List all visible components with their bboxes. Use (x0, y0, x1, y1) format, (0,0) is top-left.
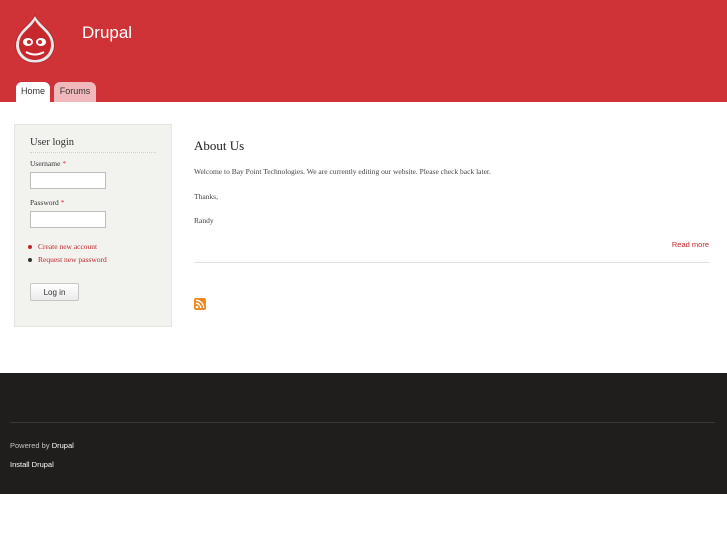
password-label: Password * (30, 198, 65, 207)
page-title[interactable]: About Us (194, 138, 244, 154)
divider (10, 422, 715, 423)
body-paragraph: Thanks, (194, 192, 218, 201)
bullet-icon (28, 245, 32, 249)
login-button[interactable]: Log in (30, 283, 79, 301)
user-login-block: User login Username * Password * Create ne… (14, 124, 172, 327)
site-header: Drupal Home Forums (0, 0, 727, 102)
divider (30, 152, 156, 153)
body-paragraph: Welcome to Bay Point Technologies. We ar… (194, 167, 491, 176)
username-field[interactable] (30, 172, 106, 189)
divider (194, 262, 710, 263)
read-more-link[interactable]: Read more (672, 240, 709, 249)
create-account-link[interactable]: Create new account (27, 241, 107, 254)
required-marker: * (62, 159, 67, 168)
bullet-icon (28, 258, 32, 262)
body-paragraph: Randy (194, 216, 214, 225)
rss-feed-icon[interactable] (194, 298, 206, 310)
user-links-list: Create new account Request new password (27, 241, 107, 267)
password-field[interactable] (30, 211, 106, 228)
tab-home[interactable]: Home (16, 82, 50, 102)
tab-forums[interactable]: Forums (54, 82, 96, 102)
required-marker: * (60, 198, 65, 207)
block-title: User login (30, 137, 75, 148)
powered-by-text: Powered by Drupal (10, 441, 74, 450)
request-password-link[interactable]: Request new password (27, 254, 107, 267)
site-name[interactable]: Drupal (82, 23, 132, 43)
site-footer: Powered by Drupal Install Drupal (0, 373, 727, 494)
install-drupal-link[interactable]: Install Drupal (10, 460, 54, 469)
drupal-link[interactable]: Drupal (52, 441, 74, 450)
username-label: Username * (30, 159, 67, 168)
drupal-drop-icon[interactable] (12, 14, 58, 64)
